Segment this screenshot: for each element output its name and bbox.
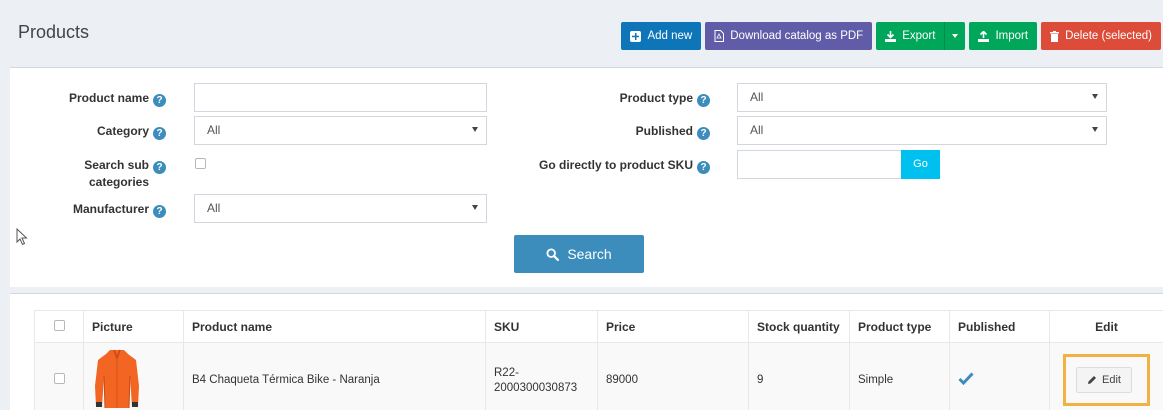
download-pdf-label: Download catalog as PDF xyxy=(730,30,864,42)
published-select-value: All xyxy=(750,123,764,137)
search-button-label: Search xyxy=(567,246,612,262)
export-button[interactable]: Export xyxy=(876,22,945,50)
header-stock-quantity[interactable]: Stock quantity xyxy=(748,310,850,343)
help-icon[interactable]: ? xyxy=(153,127,166,140)
upload-icon xyxy=(978,30,990,42)
header-product-type[interactable]: Product type xyxy=(849,310,950,343)
caret-down-icon xyxy=(472,205,478,210)
products-page: Products Add new Download catalog as PDF xyxy=(0,0,1163,410)
product-type-label: Product type? xyxy=(510,90,710,107)
mouse-cursor-icon xyxy=(16,228,28,246)
published-select[interactable]: All xyxy=(737,116,1107,145)
row-select-checkbox[interactable] xyxy=(53,373,65,384)
caret-down-icon xyxy=(472,127,478,132)
table-row: B4 Chaqueta Térmica Bike - Naranja R22- … xyxy=(34,342,1163,410)
caret-down-icon xyxy=(952,34,959,38)
edit-button-label: Edit xyxy=(1102,374,1121,386)
header-sku[interactable]: SKU xyxy=(485,310,598,343)
pencil-icon xyxy=(1088,376,1097,384)
product-type-cell: Simple xyxy=(849,342,950,410)
import-label: Import xyxy=(995,30,1029,42)
product-name-label: Product name? xyxy=(30,90,166,107)
select-all-checkbox[interactable] xyxy=(53,319,65,331)
header-edit: Edit xyxy=(1049,310,1163,343)
toolbar: Add new Download catalog as PDF Export I… xyxy=(621,22,1161,50)
delete-selected-button[interactable]: Delete (selected) xyxy=(1041,22,1161,50)
download-pdf-button[interactable]: Download catalog as PDF xyxy=(705,22,873,50)
search-panel: Product name? Category? All Search sub? … xyxy=(10,67,1163,287)
sku-cell: R22- 2000300030873 xyxy=(485,342,598,410)
published-label: Published? xyxy=(510,123,710,140)
download-icon xyxy=(885,30,897,42)
search-icon xyxy=(546,247,560,261)
trash-icon xyxy=(1050,30,1060,42)
product-thumbnail-jacket[interactable] xyxy=(92,346,142,410)
product-picture-cell xyxy=(83,342,184,410)
edit-button[interactable]: Edit xyxy=(1076,367,1132,393)
table-header-row: Picture Product name SKU Price Stock qua… xyxy=(34,310,1163,343)
product-type-select-value: All xyxy=(750,90,764,104)
header-published[interactable]: Published xyxy=(949,310,1050,343)
search-sub-categories-checkbox[interactable] xyxy=(195,158,206,169)
header-product-name[interactable]: Product name xyxy=(183,310,486,343)
delete-selected-label: Delete (selected) xyxy=(1065,30,1152,42)
header-price[interactable]: Price xyxy=(597,310,749,343)
edit-cell: Edit xyxy=(1049,342,1163,410)
category-select[interactable]: All xyxy=(194,116,487,145)
edit-highlight-box: Edit xyxy=(1063,354,1150,406)
export-dropdown-toggle[interactable] xyxy=(944,22,966,50)
checkmark-icon xyxy=(958,372,974,386)
help-icon[interactable]: ? xyxy=(697,94,710,107)
products-table: Picture Product name SKU Price Stock qua… xyxy=(34,310,1163,410)
go-sku-button[interactable]: Go xyxy=(901,150,940,179)
plus-square-icon xyxy=(630,30,642,42)
help-icon[interactable]: ? xyxy=(153,161,166,174)
select-all-header xyxy=(34,310,84,343)
manufacturer-select-value: All xyxy=(207,201,221,215)
go-sku-label: Go directly to product SKU? xyxy=(490,157,710,174)
pdf-file-icon xyxy=(714,30,725,42)
category-label: Category? xyxy=(30,123,166,140)
search-button[interactable]: Search xyxy=(514,235,644,273)
product-type-select[interactable]: All xyxy=(737,83,1107,112)
caret-down-icon xyxy=(1092,127,1098,132)
header-picture[interactable]: Picture xyxy=(83,310,184,343)
help-icon[interactable]: ? xyxy=(697,127,710,140)
product-name-input[interactable] xyxy=(194,83,487,112)
stock-quantity-cell: 9 xyxy=(748,342,850,410)
manufacturer-select[interactable]: All xyxy=(194,194,487,223)
manufacturer-label: Manufacturer? xyxy=(30,201,166,218)
row-select-cell xyxy=(34,342,84,410)
add-new-label: Add new xyxy=(647,30,693,42)
help-icon[interactable]: ? xyxy=(153,205,166,218)
category-select-value: All xyxy=(207,123,221,137)
search-sub-categories-label: Search sub? categories xyxy=(30,157,166,190)
export-split-button: Export xyxy=(876,22,966,50)
price-cell: 89000 xyxy=(597,342,749,410)
help-icon[interactable]: ? xyxy=(697,161,710,174)
product-name-cell[interactable]: B4 Chaqueta Térmica Bike - Naranja xyxy=(183,342,486,410)
sku-line-1: R22- xyxy=(494,366,519,379)
import-button[interactable]: Import xyxy=(969,22,1038,50)
caret-down-icon xyxy=(1092,94,1098,99)
sku-line-2: 2000300030873 xyxy=(494,381,578,394)
published-cell xyxy=(949,342,1050,410)
go-sku-input[interactable] xyxy=(737,150,902,179)
help-icon[interactable]: ? xyxy=(153,94,166,107)
products-table-panel: Picture Product name SKU Price Stock qua… xyxy=(10,293,1163,410)
page-title: Products xyxy=(18,22,90,42)
export-label: Export xyxy=(902,30,936,42)
add-new-button[interactable]: Add new xyxy=(621,22,702,50)
